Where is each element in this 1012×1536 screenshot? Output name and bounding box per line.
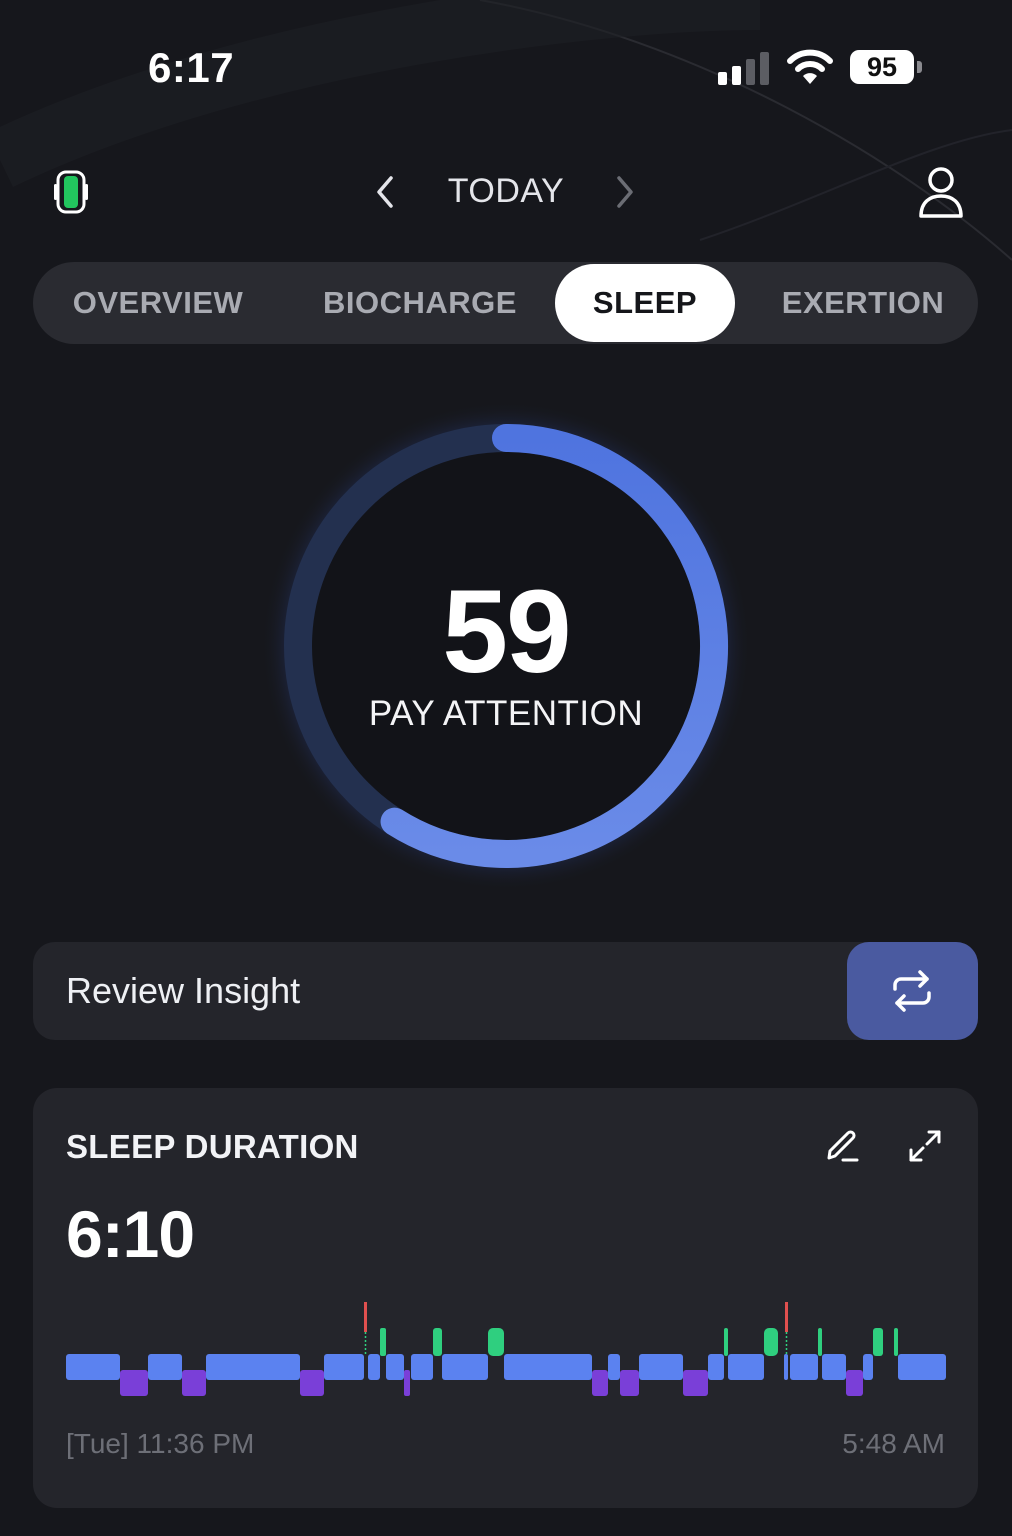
sleep-hypnogram[interactable] [66, 1294, 946, 1412]
date-header: TODAY [0, 150, 1012, 240]
status-time: 6:17 [148, 44, 235, 91]
battery-icon: 95 [850, 50, 926, 86]
sleep-duration-card[interactable]: SLEEP DURATION 6:10 [Tue] 11:36 PM 5:48 … [33, 1088, 978, 1508]
wifi-icon [787, 49, 833, 84]
refresh-icon [893, 970, 931, 1012]
tab-biocharge[interactable]: BIOCHARGE [303, 262, 537, 344]
status-bar: 6:17 95 [0, 0, 1012, 130]
expand-icon[interactable] [905, 1126, 945, 1166]
sleep-score-value: 59 [442, 566, 571, 698]
chevron-right-icon[interactable] [610, 172, 640, 212]
chevron-left-icon[interactable] [370, 172, 400, 212]
tab-bar: OVERVIEW BIOCHARGE SLEEP EXERTION [33, 262, 978, 344]
date-title: TODAY [447, 172, 565, 210]
tab-sleep[interactable]: SLEEP [555, 264, 735, 342]
tab-overview[interactable]: OVERVIEW [45, 262, 271, 344]
signal-icon [718, 52, 769, 85]
sleep-end-time: 5:48 AM [842, 1428, 945, 1459]
profile-icon[interactable] [916, 164, 966, 220]
battery-level: 95 [850, 50, 914, 84]
sleep-duration-value: 6:10 [66, 1197, 195, 1271]
refresh-insight-button[interactable] [847, 942, 978, 1040]
sleep-score-label: PAY ATTENTION [368, 694, 644, 733]
sleep-start-time: [Tue] 11:36 PM [66, 1428, 255, 1459]
review-insight-bar[interactable]: Review Insight [33, 942, 978, 1040]
sleep-duration-title: SLEEP DURATION [66, 1128, 359, 1165]
review-insight-label: Review Insight [66, 970, 301, 1011]
sleep-score-ring[interactable]: 59 PAY ATTENTION [256, 396, 756, 896]
rem-sleep-segments [380, 1328, 898, 1356]
device-icon[interactable] [54, 168, 88, 216]
tab-exertion[interactable]: EXERTION [755, 262, 971, 344]
edit-icon[interactable] [821, 1126, 861, 1166]
